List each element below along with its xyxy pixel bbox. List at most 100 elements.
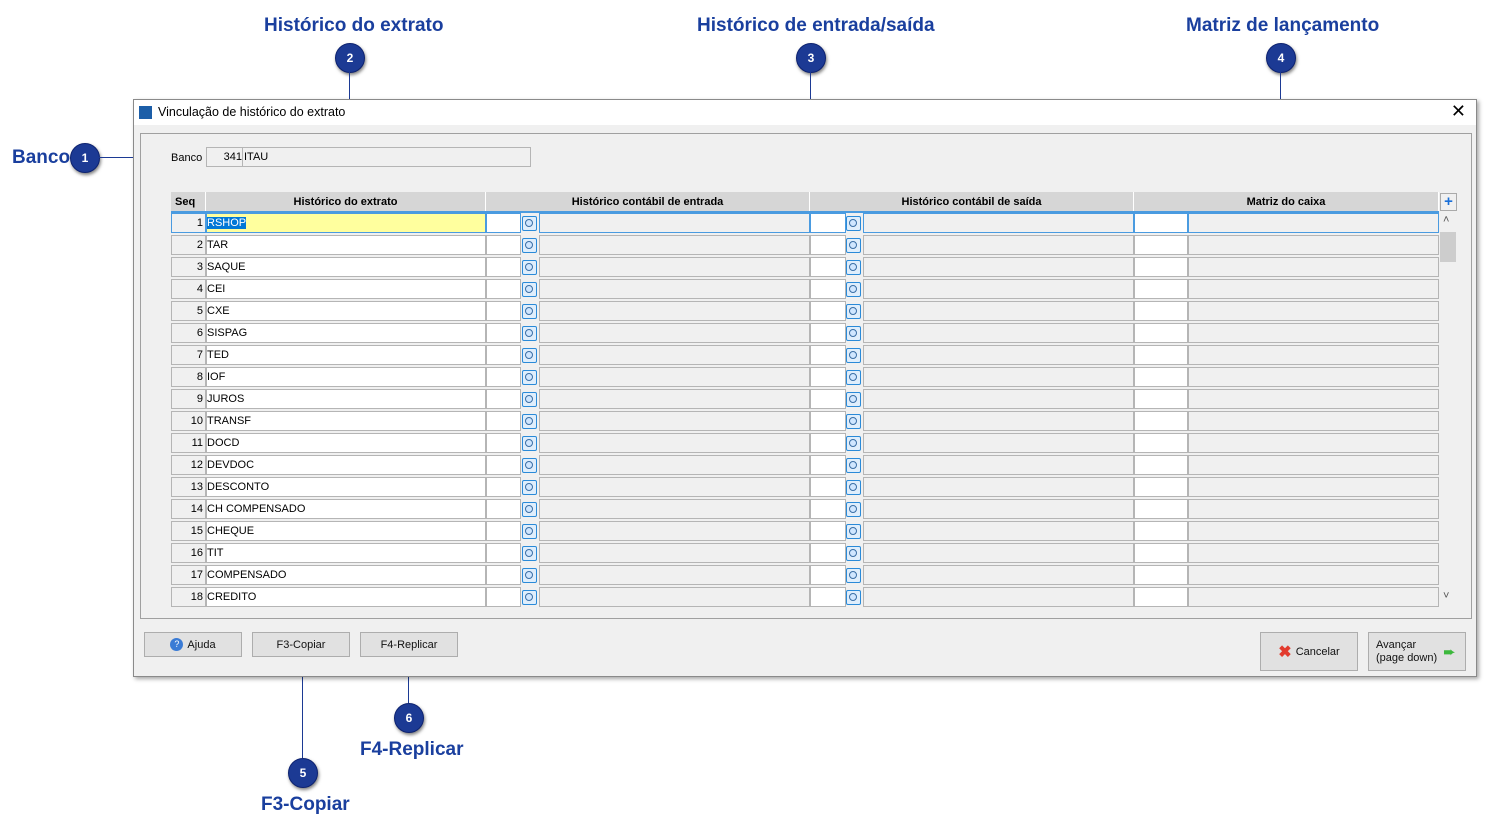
historico-extrato-cell[interactable]: DOCD: [206, 433, 486, 453]
lookup-search-icon[interactable]: [846, 546, 861, 561]
saida-code-input[interactable]: [810, 323, 846, 343]
lookup-search-icon[interactable]: [522, 524, 537, 539]
lookup-search-icon[interactable]: [846, 524, 861, 539]
lookup-search-icon[interactable]: [846, 590, 861, 605]
scroll-thumb[interactable]: [1440, 232, 1456, 262]
saida-code-input[interactable]: [810, 455, 846, 475]
scroll-up-icon[interactable]: ˄: [1443, 214, 1449, 226]
saida-code-input[interactable]: [810, 367, 846, 387]
historico-extrato-cell[interactable]: SAQUE: [206, 257, 486, 277]
lookup-search-icon[interactable]: [846, 282, 861, 297]
entrada-code-input[interactable]: [486, 587, 521, 607]
historico-extrato-cell[interactable]: TIT: [206, 543, 486, 563]
lookup-search-icon[interactable]: [522, 436, 537, 451]
entrada-code-input[interactable]: [486, 279, 521, 299]
entrada-code-input[interactable]: [486, 345, 521, 365]
lookup-search-icon[interactable]: [846, 238, 861, 253]
matriz-code-input[interactable]: [1134, 257, 1188, 277]
saida-code-input[interactable]: [810, 301, 846, 321]
lookup-search-icon[interactable]: [846, 458, 861, 473]
replicar-button[interactable]: F4-Replicar: [360, 632, 458, 657]
matriz-code-input[interactable]: [1134, 367, 1188, 387]
matriz-code-input[interactable]: [1134, 235, 1188, 255]
ajuda-button[interactable]: ? Ajuda: [144, 632, 242, 657]
lookup-search-icon[interactable]: [846, 392, 861, 407]
saida-code-input[interactable]: [810, 345, 846, 365]
entrada-code-input[interactable]: [486, 411, 521, 431]
matriz-code-input[interactable]: [1134, 521, 1188, 541]
lookup-search-icon[interactable]: [846, 370, 861, 385]
saida-code-input[interactable]: [810, 565, 846, 585]
lookup-search-icon[interactable]: [522, 502, 537, 517]
historico-extrato-cell[interactable]: CH COMPENSADO: [206, 499, 486, 519]
historico-extrato-cell[interactable]: CXE: [206, 301, 486, 321]
copiar-button[interactable]: F3-Copiar: [252, 632, 350, 657]
historico-extrato-cell[interactable]: TED: [206, 345, 486, 365]
entrada-code-input[interactable]: [486, 213, 521, 233]
entrada-code-input[interactable]: [486, 521, 521, 541]
historico-extrato-cell[interactable]: CREDITO: [206, 587, 486, 607]
matriz-code-input[interactable]: [1134, 213, 1188, 233]
add-row-icon[interactable]: +: [1440, 193, 1457, 211]
matriz-code-input[interactable]: [1134, 389, 1188, 409]
lookup-search-icon[interactable]: [522, 590, 537, 605]
matriz-code-input[interactable]: [1134, 345, 1188, 365]
lookup-search-icon[interactable]: [522, 392, 537, 407]
lookup-search-icon[interactable]: [522, 260, 537, 275]
lookup-search-icon[interactable]: [846, 436, 861, 451]
lookup-search-icon[interactable]: [846, 216, 861, 231]
lookup-search-icon[interactable]: [846, 348, 861, 363]
matriz-code-input[interactable]: [1134, 455, 1188, 475]
lookup-search-icon[interactable]: [846, 326, 861, 341]
lookup-search-icon[interactable]: [522, 370, 537, 385]
entrada-code-input[interactable]: [486, 543, 521, 563]
saida-code-input[interactable]: [810, 433, 846, 453]
lookup-search-icon[interactable]: [522, 414, 537, 429]
close-icon[interactable]: ✕: [1451, 101, 1466, 122]
matriz-code-input[interactable]: [1134, 543, 1188, 563]
saida-code-input[interactable]: [810, 499, 846, 519]
scroll-down-icon[interactable]: ˅: [1443, 590, 1449, 602]
lookup-search-icon[interactable]: [522, 546, 537, 561]
entrada-code-input[interactable]: [486, 499, 521, 519]
saida-code-input[interactable]: [810, 543, 846, 563]
lookup-search-icon[interactable]: [522, 458, 537, 473]
saida-code-input[interactable]: [810, 235, 846, 255]
historico-extrato-cell[interactable]: IOF: [206, 367, 486, 387]
historico-extrato-cell[interactable]: DESCONTO: [206, 477, 486, 497]
entrada-code-input[interactable]: [486, 323, 521, 343]
historico-extrato-cell[interactable]: TRANSF: [206, 411, 486, 431]
cancelar-button[interactable]: ✖ Cancelar: [1260, 632, 1358, 671]
saida-code-input[interactable]: [810, 411, 846, 431]
lookup-search-icon[interactable]: [522, 304, 537, 319]
historico-extrato-cell[interactable]: SISPAG: [206, 323, 486, 343]
entrada-code-input[interactable]: [486, 455, 521, 475]
historico-extrato-cell[interactable]: TAR: [206, 235, 486, 255]
historico-extrato-cell[interactable]: COMPENSADO: [206, 565, 486, 585]
matriz-code-input[interactable]: [1134, 587, 1188, 607]
lookup-search-icon[interactable]: [522, 480, 537, 495]
entrada-code-input[interactable]: [486, 433, 521, 453]
header-historico-extrato[interactable]: Histórico do extrato: [206, 192, 486, 211]
saida-code-input[interactable]: [810, 257, 846, 277]
saida-code-input[interactable]: [810, 587, 846, 607]
vertical-scrollbar[interactable]: ˄ ˅: [1440, 214, 1456, 606]
entrada-code-input[interactable]: [486, 389, 521, 409]
matriz-code-input[interactable]: [1134, 565, 1188, 585]
matriz-code-input[interactable]: [1134, 323, 1188, 343]
historico-extrato-cell[interactable]: CEI: [206, 279, 486, 299]
header-matriz-caixa[interactable]: Matriz do caixa: [1134, 192, 1439, 211]
lookup-search-icon[interactable]: [846, 568, 861, 583]
matriz-code-input[interactable]: [1134, 499, 1188, 519]
lookup-search-icon[interactable]: [522, 348, 537, 363]
matriz-code-input[interactable]: [1134, 279, 1188, 299]
lookup-search-icon[interactable]: [522, 238, 537, 253]
saida-code-input[interactable]: [810, 521, 846, 541]
lookup-search-icon[interactable]: [522, 216, 537, 231]
header-seq[interactable]: Seq: [171, 192, 206, 211]
entrada-code-input[interactable]: [486, 235, 521, 255]
lookup-search-icon[interactable]: [846, 480, 861, 495]
entrada-code-input[interactable]: [486, 301, 521, 321]
lookup-search-icon[interactable]: [846, 414, 861, 429]
entrada-code-input[interactable]: [486, 367, 521, 387]
